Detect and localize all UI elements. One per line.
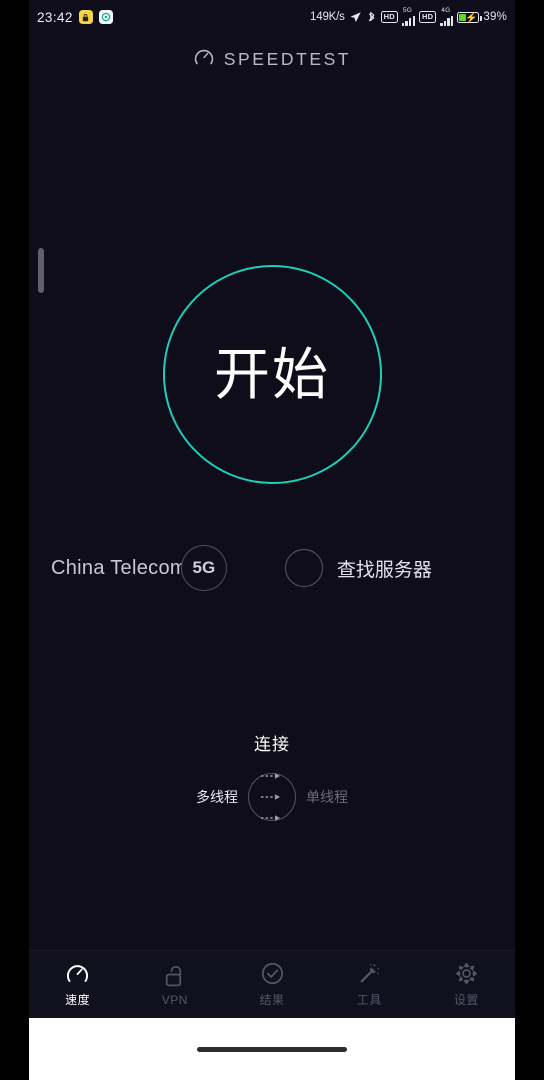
hd-badge-sim2: HD bbox=[419, 10, 437, 24]
bottom-navigation-bar: 速度 VPN 结果 工具 设置 bbox=[29, 950, 515, 1018]
arrow-line-3 bbox=[259, 809, 285, 827]
connection-section-title: 连接 bbox=[254, 735, 290, 754]
connection-mode-row: 多线程 单线程 bbox=[196, 773, 348, 821]
system-gesture-area bbox=[29, 1018, 515, 1080]
multi-thread-option[interactable]: 多线程 bbox=[196, 787, 238, 807]
nav-item-settings[interactable]: 设置 bbox=[418, 951, 515, 1018]
multi-arrow-icon[interactable] bbox=[248, 773, 296, 821]
camera-app-icon bbox=[98, 10, 113, 24]
signal-bar-group-1 bbox=[401, 15, 416, 26]
signal-bars-sim2: 4G bbox=[440, 8, 454, 26]
arrow-line-1 bbox=[259, 767, 285, 785]
nav-label-settings: 设置 bbox=[453, 993, 479, 1007]
status-bar: 23:42 149K/s HD 5G HD 4G ⚡ 39% bbox=[29, 0, 515, 34]
check-circle-icon bbox=[260, 961, 285, 986]
app-header: SPEEDTEST bbox=[29, 40, 515, 78]
screenshot-root: 23:42 149K/s HD 5G HD 4G ⚡ 39% SPEEDTEST… bbox=[0, 0, 544, 1080]
server-selector[interactable]: 查找服务器 bbox=[284, 549, 432, 587]
nav-label-tools: 工具 bbox=[356, 993, 382, 1007]
server-selector-label: 查找服务器 bbox=[336, 559, 432, 581]
home-gesture-pill[interactable] bbox=[197, 1046, 347, 1052]
nav-item-speed[interactable]: 速度 bbox=[29, 951, 126, 1018]
network-type-badge: 5G bbox=[180, 545, 227, 591]
battery-icon: ⚡ bbox=[457, 11, 482, 24]
nav-label-speed: 速度 bbox=[65, 993, 91, 1007]
go-button-area: 开始 bbox=[29, 265, 515, 484]
status-bar-clock: 23:42 bbox=[37, 9, 73, 25]
speedometer-icon bbox=[193, 46, 215, 73]
start-test-label: 开始 bbox=[214, 342, 330, 406]
lock-app-icon bbox=[78, 10, 93, 24]
connection-mode-section: 连接 多线程 单线程 bbox=[29, 730, 515, 821]
nav-item-results[interactable]: 结果 bbox=[223, 951, 320, 1018]
status-bar-left: 23:42 bbox=[37, 10, 113, 25]
unlock-icon bbox=[163, 963, 186, 988]
location-arrow-icon bbox=[349, 11, 362, 24]
nav-item-vpn[interactable]: VPN bbox=[126, 951, 223, 1018]
page-title: SPEEDTEST bbox=[223, 48, 352, 69]
isp-server-row: China Telecom 5G 查找服务器 bbox=[29, 538, 515, 598]
nav-label-vpn: VPN bbox=[161, 992, 188, 1007]
speedometer-icon bbox=[65, 961, 90, 986]
isp-selector[interactable]: China Telecom 5G bbox=[51, 545, 227, 591]
network-speed-text: 149K/s bbox=[310, 11, 345, 23]
battery-percent-text: 39% bbox=[483, 11, 507, 23]
start-test-button[interactable]: 开始 bbox=[162, 265, 382, 484]
isp-name-label: China Telecom bbox=[51, 556, 187, 579]
single-thread-option[interactable]: 单线程 bbox=[306, 787, 348, 807]
gear-icon bbox=[454, 961, 479, 986]
nav-label-results: 结果 bbox=[259, 993, 285, 1007]
signal-bar-group-2 bbox=[440, 15, 454, 26]
nav-item-tools[interactable]: 工具 bbox=[321, 951, 418, 1018]
magic-wand-icon bbox=[357, 961, 382, 986]
hd-badge-sim1: HD bbox=[380, 10, 398, 24]
arrow-line-2 bbox=[259, 788, 285, 806]
charging-bolt-icon: ⚡ bbox=[465, 12, 479, 24]
status-bar-right: 149K/s HD 5G HD 4G ⚡ 39% bbox=[310, 8, 507, 26]
signal-bars-sim1: 5G bbox=[401, 8, 416, 26]
empty-circle-icon bbox=[284, 549, 323, 587]
device-viewport: 23:42 149K/s HD 5G HD 4G ⚡ 39% SPEEDTEST… bbox=[29, 0, 515, 1080]
bluetooth-icon bbox=[366, 11, 377, 24]
